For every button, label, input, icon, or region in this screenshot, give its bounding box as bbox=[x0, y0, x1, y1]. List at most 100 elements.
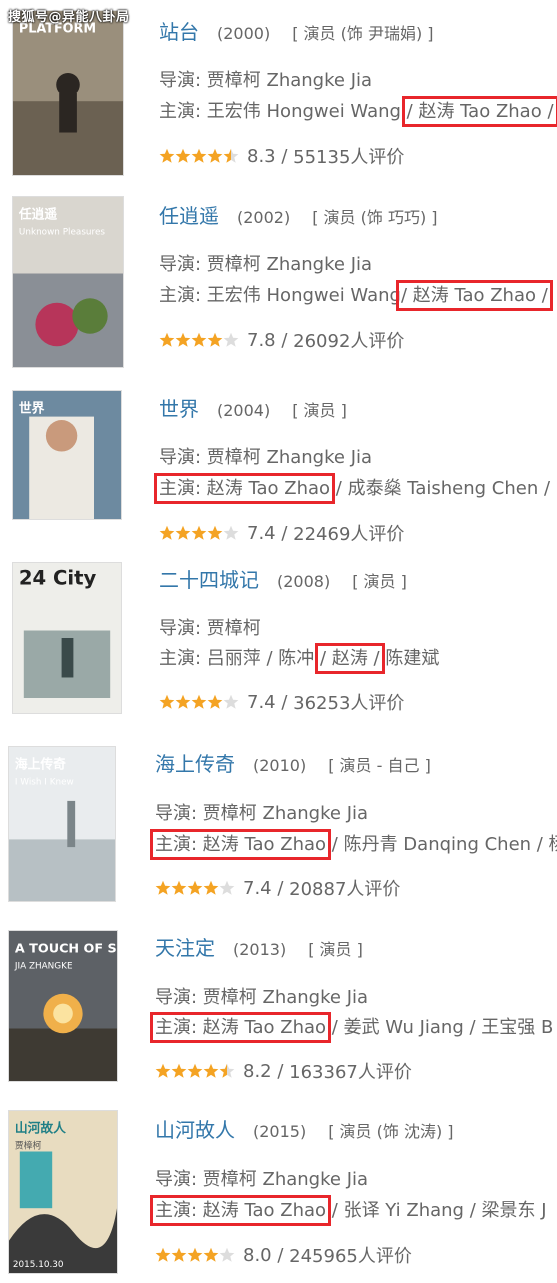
film-cast: 主演: 吕丽萍 / 陈冲 / 赵涛 / 陈建斌 bbox=[159, 643, 439, 674]
cast-highlight-zhao-tao[interactable]: / 赵涛 / bbox=[315, 643, 385, 674]
poster-art: 世界 bbox=[13, 391, 121, 519]
poster-title-text: 世界 bbox=[19, 401, 45, 417]
film-role: [ 演员 (饰 巧巧) ] bbox=[312, 208, 438, 227]
film-role: [ 演员 ] bbox=[308, 940, 363, 959]
film-rating: 7.8 / 26092人评价 bbox=[159, 327, 404, 353]
rating-stars bbox=[159, 332, 239, 348]
rating-score: 8.3 bbox=[247, 145, 276, 167]
rating-stars bbox=[159, 148, 239, 164]
cast-highlight-zhao-tao[interactable]: / 赵涛 Tao Zhao / bbox=[395, 280, 553, 311]
film-poster[interactable]: A TOUCH OF SIN JIA ZHANGKE bbox=[8, 930, 118, 1082]
star-full-icon bbox=[203, 1247, 219, 1262]
star-half-icon bbox=[223, 148, 239, 163]
star-half-icon bbox=[219, 1063, 235, 1078]
film-poster[interactable]: 山河故人 贾樟柯 2015.10.30 bbox=[8, 1110, 118, 1274]
cast-highlight-zhao-tao[interactable]: 主演: 赵涛 Tao Zhao bbox=[149, 1012, 332, 1043]
star-full-icon bbox=[191, 332, 207, 347]
poster-art: 山河故人贾樟柯 2015.10.30 bbox=[9, 1111, 117, 1273]
cast-names-after: / 姜武 Wu Jiang / 王宝强 B bbox=[326, 1017, 554, 1038]
star-full-icon bbox=[175, 525, 191, 540]
film-director: 导演: 贾樟柯 Zhangke Jia bbox=[159, 70, 373, 91]
star-full-icon bbox=[159, 694, 175, 709]
film-role: [ 演员 - 自己 ] bbox=[328, 756, 431, 775]
star-full-icon bbox=[187, 880, 203, 895]
film-title-link[interactable]: 山河故人 bbox=[155, 1118, 235, 1142]
cast-names: 王宏伟 Hongwei Wang bbox=[206, 101, 407, 122]
star-full-icon bbox=[207, 525, 223, 540]
film-cast: 主演: 赵涛 Tao Zhao / 张译 Yi Zhang / 梁景东 J bbox=[149, 1195, 547, 1226]
poster-title-text: A TOUCH OF SIN bbox=[15, 942, 117, 957]
cast-highlight-zhao-tao[interactable]: / 赵涛 Tao Zhao / bbox=[401, 96, 557, 127]
poster-subtitle-text: 贾樟柯 bbox=[15, 1140, 42, 1152]
film-director: 导演: 贾樟柯 Zhangke Jia bbox=[155, 987, 369, 1008]
film-year: (2008) bbox=[277, 572, 331, 591]
star-full-icon bbox=[175, 148, 191, 163]
rating-votes-link[interactable]: 22469人评价 bbox=[293, 520, 404, 546]
rating-stars bbox=[159, 525, 239, 541]
star-full-icon bbox=[191, 148, 207, 163]
film-role: [ 演员 (饰 尹瑞娟) ] bbox=[292, 24, 434, 43]
film-title-link[interactable]: 二十四城记 bbox=[159, 568, 259, 592]
rating-score: 7.4 bbox=[243, 877, 272, 899]
film-cast: 主演: 王宏伟 Hongwei Wang/ 赵涛 Tao Zhao / bbox=[159, 280, 553, 311]
film-year: (2002) bbox=[237, 208, 291, 227]
cast-names: 王宏伟 Hongwei Wang bbox=[206, 285, 401, 306]
star-full-icon bbox=[159, 332, 175, 347]
film-poster[interactable]: 海上传奇 I Wish I Knew bbox=[8, 746, 116, 902]
film-title-line: 二十四城记 (2008) [ 演员 ] bbox=[159, 564, 407, 593]
poster-title-text: 24 City bbox=[19, 567, 97, 590]
rating-score: 7.4 bbox=[247, 522, 276, 544]
film-poster[interactable]: 世界 bbox=[12, 390, 122, 520]
film-title-link[interactable]: 世界 bbox=[159, 397, 199, 421]
poster-title-text: 任逍遥 bbox=[18, 207, 57, 223]
poster-subtitle-text: I Wish I Knew bbox=[15, 777, 74, 787]
rating-votes-link[interactable]: 163367人评价 bbox=[289, 1058, 412, 1084]
rating-votes-link[interactable]: 36253人评价 bbox=[293, 689, 404, 715]
rating-votes-link[interactable]: 26092人评价 bbox=[293, 327, 404, 353]
film-director: 导演: 贾樟柯 Zhangke Jia bbox=[155, 803, 369, 824]
star-full-icon bbox=[171, 1063, 187, 1078]
film-title-line: 世界 (2004) [ 演员 ] bbox=[159, 393, 347, 422]
star-empty-icon bbox=[223, 694, 239, 709]
rating-votes-link[interactable]: 20887人评价 bbox=[289, 875, 400, 901]
film-title-link[interactable]: 任逍遥 bbox=[159, 204, 219, 228]
film-poster[interactable]: 任逍遥 Unknown Pleasures bbox=[12, 196, 124, 368]
cast-names-after: / 张译 Yi Zhang / 梁景东 J bbox=[326, 1200, 547, 1221]
star-full-icon bbox=[159, 525, 175, 540]
star-empty-icon bbox=[219, 880, 235, 895]
star-empty-icon bbox=[223, 525, 239, 540]
poster-date-text: 2015.10.30 bbox=[13, 1260, 64, 1270]
poster-subtitle-text: JIA ZHANGKE bbox=[14, 961, 73, 971]
cast-highlight-zhao-tao[interactable]: 主演: 赵涛 Tao Zhao bbox=[149, 829, 332, 860]
cast-names-after: / 陈丹青 Danqing Chen / 杨 bbox=[326, 834, 557, 855]
film-rating: 8.3 / 55135人评价 bbox=[159, 143, 404, 169]
film-role: [ 演员 (饰 沈涛) ] bbox=[328, 1122, 454, 1141]
rating-separator: / bbox=[271, 1244, 290, 1266]
cast-highlight-zhao-tao[interactable]: 主演: 赵涛 Tao Zhao bbox=[153, 473, 336, 504]
star-full-icon bbox=[207, 332, 223, 347]
film-poster[interactable]: PLATFORM bbox=[12, 10, 124, 176]
film-title-link[interactable]: 天注定 bbox=[155, 936, 215, 960]
film-year: (2010) bbox=[253, 756, 307, 775]
film-title-link[interactable]: 海上传奇 bbox=[155, 752, 235, 776]
rating-separator: / bbox=[271, 1060, 290, 1082]
film-title-link[interactable]: 站台 bbox=[159, 20, 199, 44]
poster-art: A TOUCH OF SIN JIA ZHANGKE bbox=[9, 931, 117, 1081]
rating-score: 7.4 bbox=[247, 691, 276, 713]
film-rating: 8.2 / 163367人评价 bbox=[155, 1058, 412, 1084]
rating-votes-link[interactable]: 55135人评价 bbox=[293, 143, 404, 169]
film-role: [ 演员 ] bbox=[352, 572, 407, 591]
film-poster[interactable]: 24 City bbox=[12, 562, 122, 714]
rating-votes-link[interactable]: 245965人评价 bbox=[289, 1242, 412, 1268]
star-full-icon bbox=[155, 880, 171, 895]
cast-prefix: 主演: bbox=[159, 648, 207, 669]
star-full-icon bbox=[187, 1063, 203, 1078]
star-empty-icon bbox=[223, 332, 239, 347]
film-title-line: 山河故人 (2015) [ 演员 (饰 沈涛) ] bbox=[155, 1114, 454, 1143]
star-full-icon bbox=[159, 148, 175, 163]
rating-stars bbox=[155, 1063, 235, 1079]
cast-highlight-zhao-tao[interactable]: 主演: 赵涛 Tao Zhao bbox=[149, 1195, 332, 1226]
watermark: 搜狐号@异能八卦局 bbox=[8, 10, 130, 25]
star-full-icon bbox=[175, 332, 191, 347]
cast-prefix: 主演: bbox=[159, 285, 207, 306]
